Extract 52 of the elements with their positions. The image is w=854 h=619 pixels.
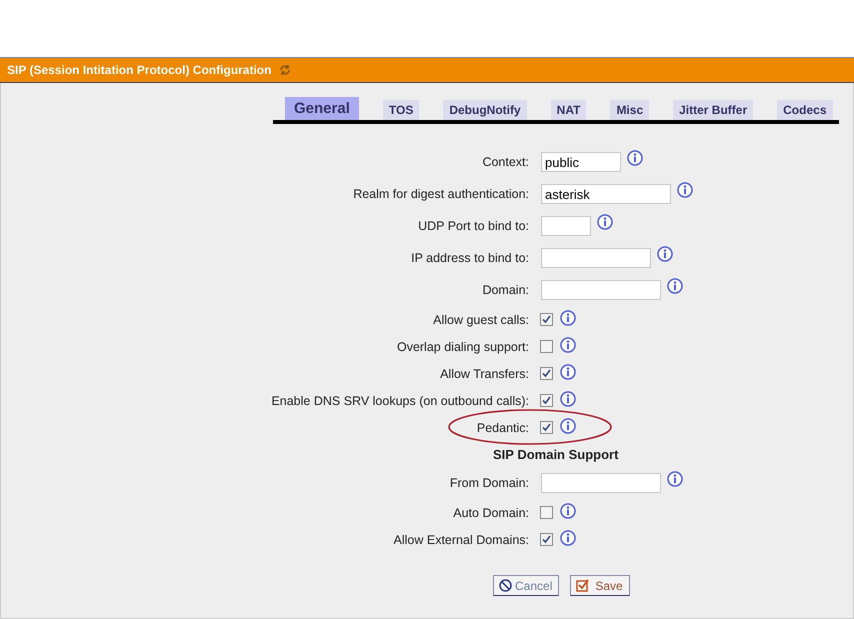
tab[interactable]: General — [285, 97, 359, 120]
field-label: Overlap dialing support: — [396, 340, 529, 354]
info-icon[interactable] — [627, 150, 643, 166]
checkbox[interactable] — [540, 394, 553, 407]
section-heading: SIP Domain Support — [493, 446, 618, 462]
input-field[interactable]: asterisk — [541, 184, 671, 204]
field-label: Context: — [482, 155, 529, 169]
input-field[interactable] — [541, 216, 591, 236]
checkbox[interactable] — [540, 421, 553, 434]
checkbox[interactable] — [540, 313, 553, 326]
info-icon[interactable] — [597, 214, 613, 230]
input-field[interactable] — [541, 248, 651, 268]
field-label: Allow Transfers: — [440, 366, 529, 380]
tab[interactable]: NAT — [550, 100, 586, 120]
checkbox[interactable] — [540, 533, 553, 546]
tab[interactable]: Jitter Buffer — [673, 100, 754, 120]
info-icon[interactable] — [560, 364, 576, 380]
tab[interactable]: DebugNotify — [443, 100, 527, 120]
panel-title: SIP (Session Intitation Protocol) Configuration — [7, 63, 272, 77]
tab[interactable]: Misc — [610, 100, 650, 120]
info-icon[interactable] — [560, 503, 576, 519]
info-icon[interactable] — [667, 471, 683, 487]
field-label: Enable DNS SRV lookups (on outbound calls): — [271, 394, 529, 408]
field-label: UDP Port to bind to: — [418, 219, 529, 233]
field-label: Realm for digest authentication: — [353, 187, 529, 201]
info-icon[interactable] — [560, 310, 576, 326]
field-label: Allow External Domains: — [394, 532, 529, 546]
tab[interactable]: TOS — [382, 100, 420, 120]
field-label: Allow guest calls: — [433, 312, 529, 326]
no-entry-icon — [499, 579, 512, 592]
info-icon[interactable] — [560, 337, 576, 353]
checkmark-icon — [576, 579, 590, 592]
field-label: Auto Domain: — [453, 506, 529, 520]
field-label: Pedantic: — [476, 420, 529, 434]
cancel-button[interactable]: Cancel — [493, 575, 560, 596]
input-field[interactable] — [541, 473, 661, 493]
field-label: From Domain: — [450, 476, 529, 490]
info-icon[interactable] — [560, 391, 576, 407]
checkbox[interactable] — [540, 506, 553, 519]
info-icon[interactable] — [677, 182, 693, 198]
field-label: Domain: — [482, 283, 529, 297]
checkbox[interactable] — [540, 340, 553, 353]
info-icon[interactable] — [657, 246, 673, 262]
info-icon[interactable] — [667, 278, 683, 294]
field-label: IP address to bind to: — [411, 251, 529, 265]
checkbox[interactable] — [540, 367, 553, 380]
input-field[interactable]: public — [541, 152, 621, 172]
info-icon[interactable] — [560, 530, 576, 546]
tab[interactable]: Codecs — [777, 100, 832, 120]
info-icon[interactable] — [560, 418, 576, 434]
save-button[interactable]: Save — [570, 575, 630, 596]
input-field[interactable] — [541, 280, 661, 300]
